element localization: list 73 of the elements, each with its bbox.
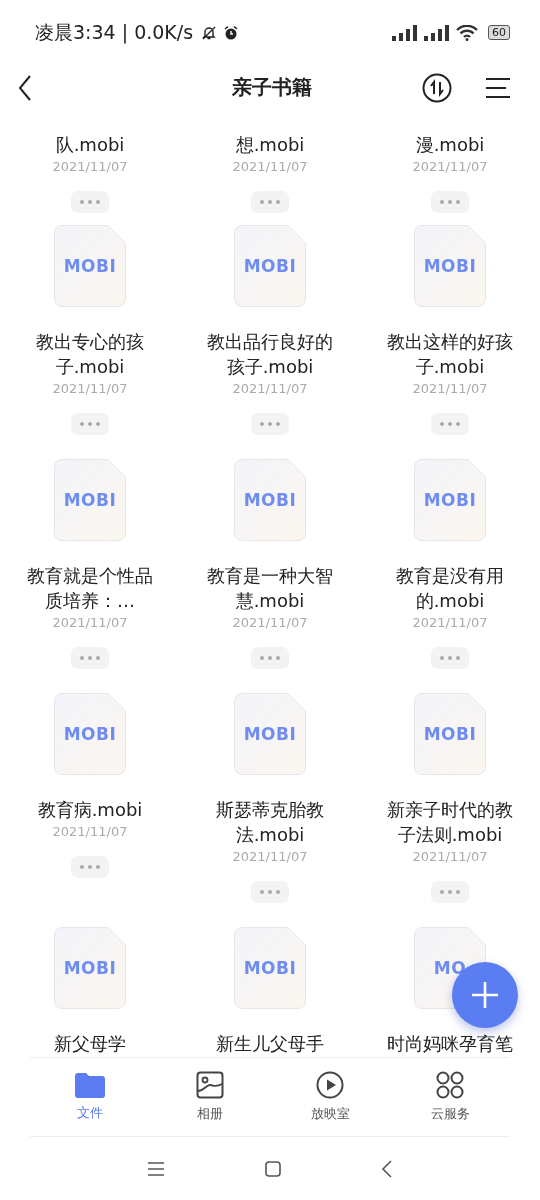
plus-icon <box>471 981 499 1009</box>
more-button[interactable] <box>251 413 289 435</box>
file-name[interactable]: 教出这样的好孩子.mobi <box>385 329 515 379</box>
file-date: 2021/11/07 <box>52 614 128 632</box>
file-date: 2021/11/07 <box>412 848 488 866</box>
file-date: 2021/11/07 <box>232 158 308 176</box>
file-type-label: MOBI <box>63 256 117 276</box>
alarm-icon <box>223 24 240 41</box>
file-name[interactable]: 教育病.mobi <box>37 797 143 822</box>
file-date: 2021/11/07 <box>52 158 128 176</box>
file-type-label: MOBI <box>63 490 117 510</box>
file-name[interactable]: 教出品行良好的孩子.mobi <box>205 329 335 379</box>
more-button[interactable] <box>71 191 109 213</box>
file-type-label: MOBI <box>243 490 297 510</box>
nav-tab[interactable]: 文件 <box>30 1058 150 1136</box>
more-button[interactable] <box>431 881 469 903</box>
battery-level: 60 <box>488 25 510 40</box>
file-name[interactable]: 队.mobi <box>55 132 125 157</box>
more-button[interactable] <box>431 191 469 213</box>
bell-off-icon <box>201 24 218 41</box>
back-icon[interactable] <box>18 74 32 101</box>
more-button[interactable] <box>251 647 289 669</box>
page-title: 亲子书籍 <box>231 74 313 101</box>
file-name[interactable]: 想.mobi <box>235 132 305 157</box>
more-button[interactable] <box>71 647 109 669</box>
file-type-label: MOBI <box>243 256 297 276</box>
file-name[interactable]: 新亲子时代的教子法则.mobi <box>385 797 515 847</box>
file-name[interactable]: 教育就是个性品质培养：… <box>25 563 155 613</box>
file-date: 2021/11/07 <box>232 848 308 866</box>
sort-icon[interactable] <box>422 72 452 103</box>
file-date: 2021/11/07 <box>52 823 128 841</box>
file-type-label: MO <box>433 958 467 978</box>
apps-icon <box>436 1071 464 1099</box>
file-date: 2021/11/07 <box>52 380 128 398</box>
file-name[interactable]: 新父母学 <box>54 1031 126 1056</box>
more-button[interactable] <box>251 191 289 213</box>
more-button[interactable] <box>251 881 289 903</box>
file-date: 2021/11/07 <box>412 380 488 398</box>
file-type-label: MOBI <box>423 256 477 276</box>
more-button[interactable] <box>71 856 109 878</box>
file-name[interactable]: 教育是一种大智慧.mobi <box>205 563 335 613</box>
menu-icon[interactable] <box>484 76 512 99</box>
file-name[interactable]: 时尚妈咪孕育笔 <box>387 1031 513 1056</box>
file-name[interactable]: 斯瑟蒂克胎教法.mobi <box>205 797 335 847</box>
file-type-label: MOBI <box>63 724 117 744</box>
file-type-label: MOBI <box>423 490 477 510</box>
folder-icon <box>75 1072 105 1098</box>
file-date: 2021/11/07 <box>412 614 488 632</box>
nav-tab[interactable]: 放映室 <box>270 1058 390 1136</box>
file-type-label: MOBI <box>243 958 297 978</box>
wifi-icon <box>456 24 478 41</box>
back-icon[interactable] <box>381 1160 393 1178</box>
more-button[interactable] <box>431 413 469 435</box>
file-name[interactable]: 教育是没有用的.mobi <box>385 563 515 613</box>
home-icon[interactable] <box>265 1161 281 1177</box>
file-date: 2021/11/07 <box>412 158 488 176</box>
status-time: 凌晨3:34 | 0.0K/s <box>35 19 194 46</box>
file-date: 2021/11/07 <box>232 614 308 632</box>
nav-tab[interactable]: 云服务 <box>390 1058 510 1136</box>
play-icon <box>316 1071 344 1099</box>
file-type-label: MOBI <box>63 958 117 978</box>
signal-icon <box>424 24 450 41</box>
more-button[interactable] <box>431 647 469 669</box>
file-name[interactable]: 教出专心的孩子.mobi <box>25 329 155 379</box>
file-date: 2021/11/07 <box>232 380 308 398</box>
file-type-label: MOBI <box>423 724 477 744</box>
more-button[interactable] <box>71 413 109 435</box>
file-name[interactable]: 漫.mobi <box>415 132 485 157</box>
file-name[interactable]: 新生儿父母手 <box>216 1031 324 1056</box>
image-icon <box>196 1071 224 1099</box>
signal-icon <box>392 24 418 41</box>
nav-tab[interactable]: 相册 <box>150 1058 270 1136</box>
file-type-label: MOBI <box>243 724 297 744</box>
